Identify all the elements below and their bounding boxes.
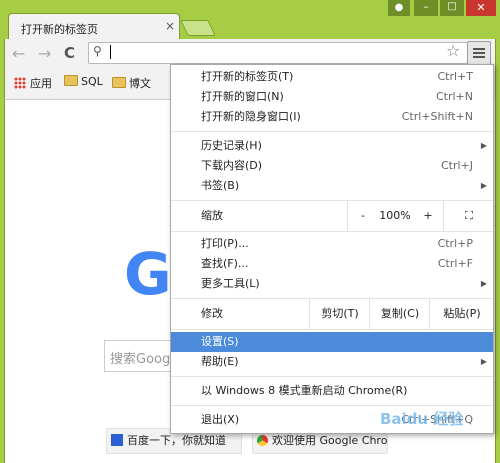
menu-item-relaunch-win8[interactable]: 以 Windows 8 模式重新启动 Chrome(R) (171, 381, 493, 401)
minimize-button[interactable]: – (414, 0, 438, 16)
menu-item-help[interactable]: 帮助(E) ▶ (171, 352, 493, 372)
text-caret (110, 45, 111, 59)
menu-item-find[interactable]: 查找(F)... Ctrl+F (171, 254, 493, 274)
menu-item-bookmarks[interactable]: 书签(B) ▶ (171, 176, 493, 196)
menu-separator (171, 131, 493, 132)
paste-button[interactable]: 粘贴(P) (429, 299, 494, 329)
menu-item-settings[interactable]: 设置(S) (171, 332, 493, 352)
reload-icon[interactable]: C (64, 44, 75, 62)
menu-item-new-window[interactable]: 打开新的窗口(N) Ctrl+N (171, 87, 493, 107)
chrome-menu: 打开新的标签页(T) Ctrl+T 打开新的窗口(N) Ctrl+N 打开新的隐身窗… (170, 64, 494, 434)
bookmark-sql[interactable]: SQL (64, 75, 103, 88)
menu-item-history[interactable]: 历史记录(H) ▶ (171, 136, 493, 156)
bookmark-apps[interactable]: 应用 (14, 75, 52, 91)
menu-edit-row: 修改 剪切(T) 复制(C) 粘贴(P) (171, 299, 493, 329)
zoom-in-button[interactable]: + (413, 201, 443, 231)
submenu-arrow-icon: ▶ (480, 181, 487, 190)
cut-button[interactable]: 剪切(T) (309, 299, 370, 329)
search-placeholder: 搜索Goog (110, 352, 171, 367)
baidu-jingyan-watermark: Baidu 经验 (380, 410, 464, 428)
search-icon: ⚲ (93, 44, 102, 58)
menu-zoom-row: 缩放 - 100% + ⛶ (171, 201, 493, 231)
apps-icon (14, 77, 26, 89)
menu-item-incognito[interactable]: 打开新的隐身窗口(I) Ctrl+Shift+N (171, 107, 493, 127)
bookmark-blog[interactable]: 博文 (112, 75, 151, 91)
menu-item-downloads[interactable]: 下载内容(D) Ctrl+J (171, 156, 493, 176)
folder-icon (112, 77, 126, 88)
menu-separator (171, 376, 493, 377)
submenu-arrow-icon: ▶ (480, 141, 487, 150)
submenu-arrow-icon: ▶ (480, 357, 487, 366)
menu-separator (171, 405, 493, 406)
chrome-icon (257, 435, 268, 446)
tab-new-tab[interactable]: 打开新的标签页 × (8, 13, 180, 40)
tab-close-icon[interactable]: × (165, 19, 175, 33)
baidu-paw-icon (111, 434, 123, 446)
star-icon[interactable]: ☆ (446, 41, 460, 60)
forward-icon[interactable]: → (38, 44, 51, 63)
chrome-menu-button[interactable] (467, 41, 491, 65)
maximize-button[interactable]: □ (440, 0, 464, 16)
back-icon[interactable]: ← (12, 44, 25, 63)
menu-item-print[interactable]: 打印(P)... Ctrl+P (171, 234, 493, 254)
submenu-arrow-icon: ▶ (480, 279, 487, 288)
google-logo: G (124, 240, 172, 308)
menu-separator (171, 231, 493, 232)
user-icon[interactable]: ● (388, 0, 410, 16)
fullscreen-icon[interactable]: ⛶ (443, 201, 494, 231)
omnibox[interactable] (88, 42, 468, 64)
menu-separator (171, 329, 493, 330)
zoom-out-button[interactable]: - (347, 201, 378, 231)
copy-button[interactable]: 复制(C) (369, 299, 430, 329)
menu-item-new-tab[interactable]: 打开新的标签页(T) Ctrl+T (171, 67, 493, 87)
folder-icon (64, 75, 78, 86)
close-window-button[interactable]: ✕ (466, 0, 496, 16)
tab-title: 打开新的标签页 (21, 23, 98, 36)
new-tab-button[interactable] (180, 20, 216, 36)
menu-item-more-tools[interactable]: 更多工具(L) ▶ (171, 274, 493, 294)
zoom-level: 100% (379, 209, 411, 222)
